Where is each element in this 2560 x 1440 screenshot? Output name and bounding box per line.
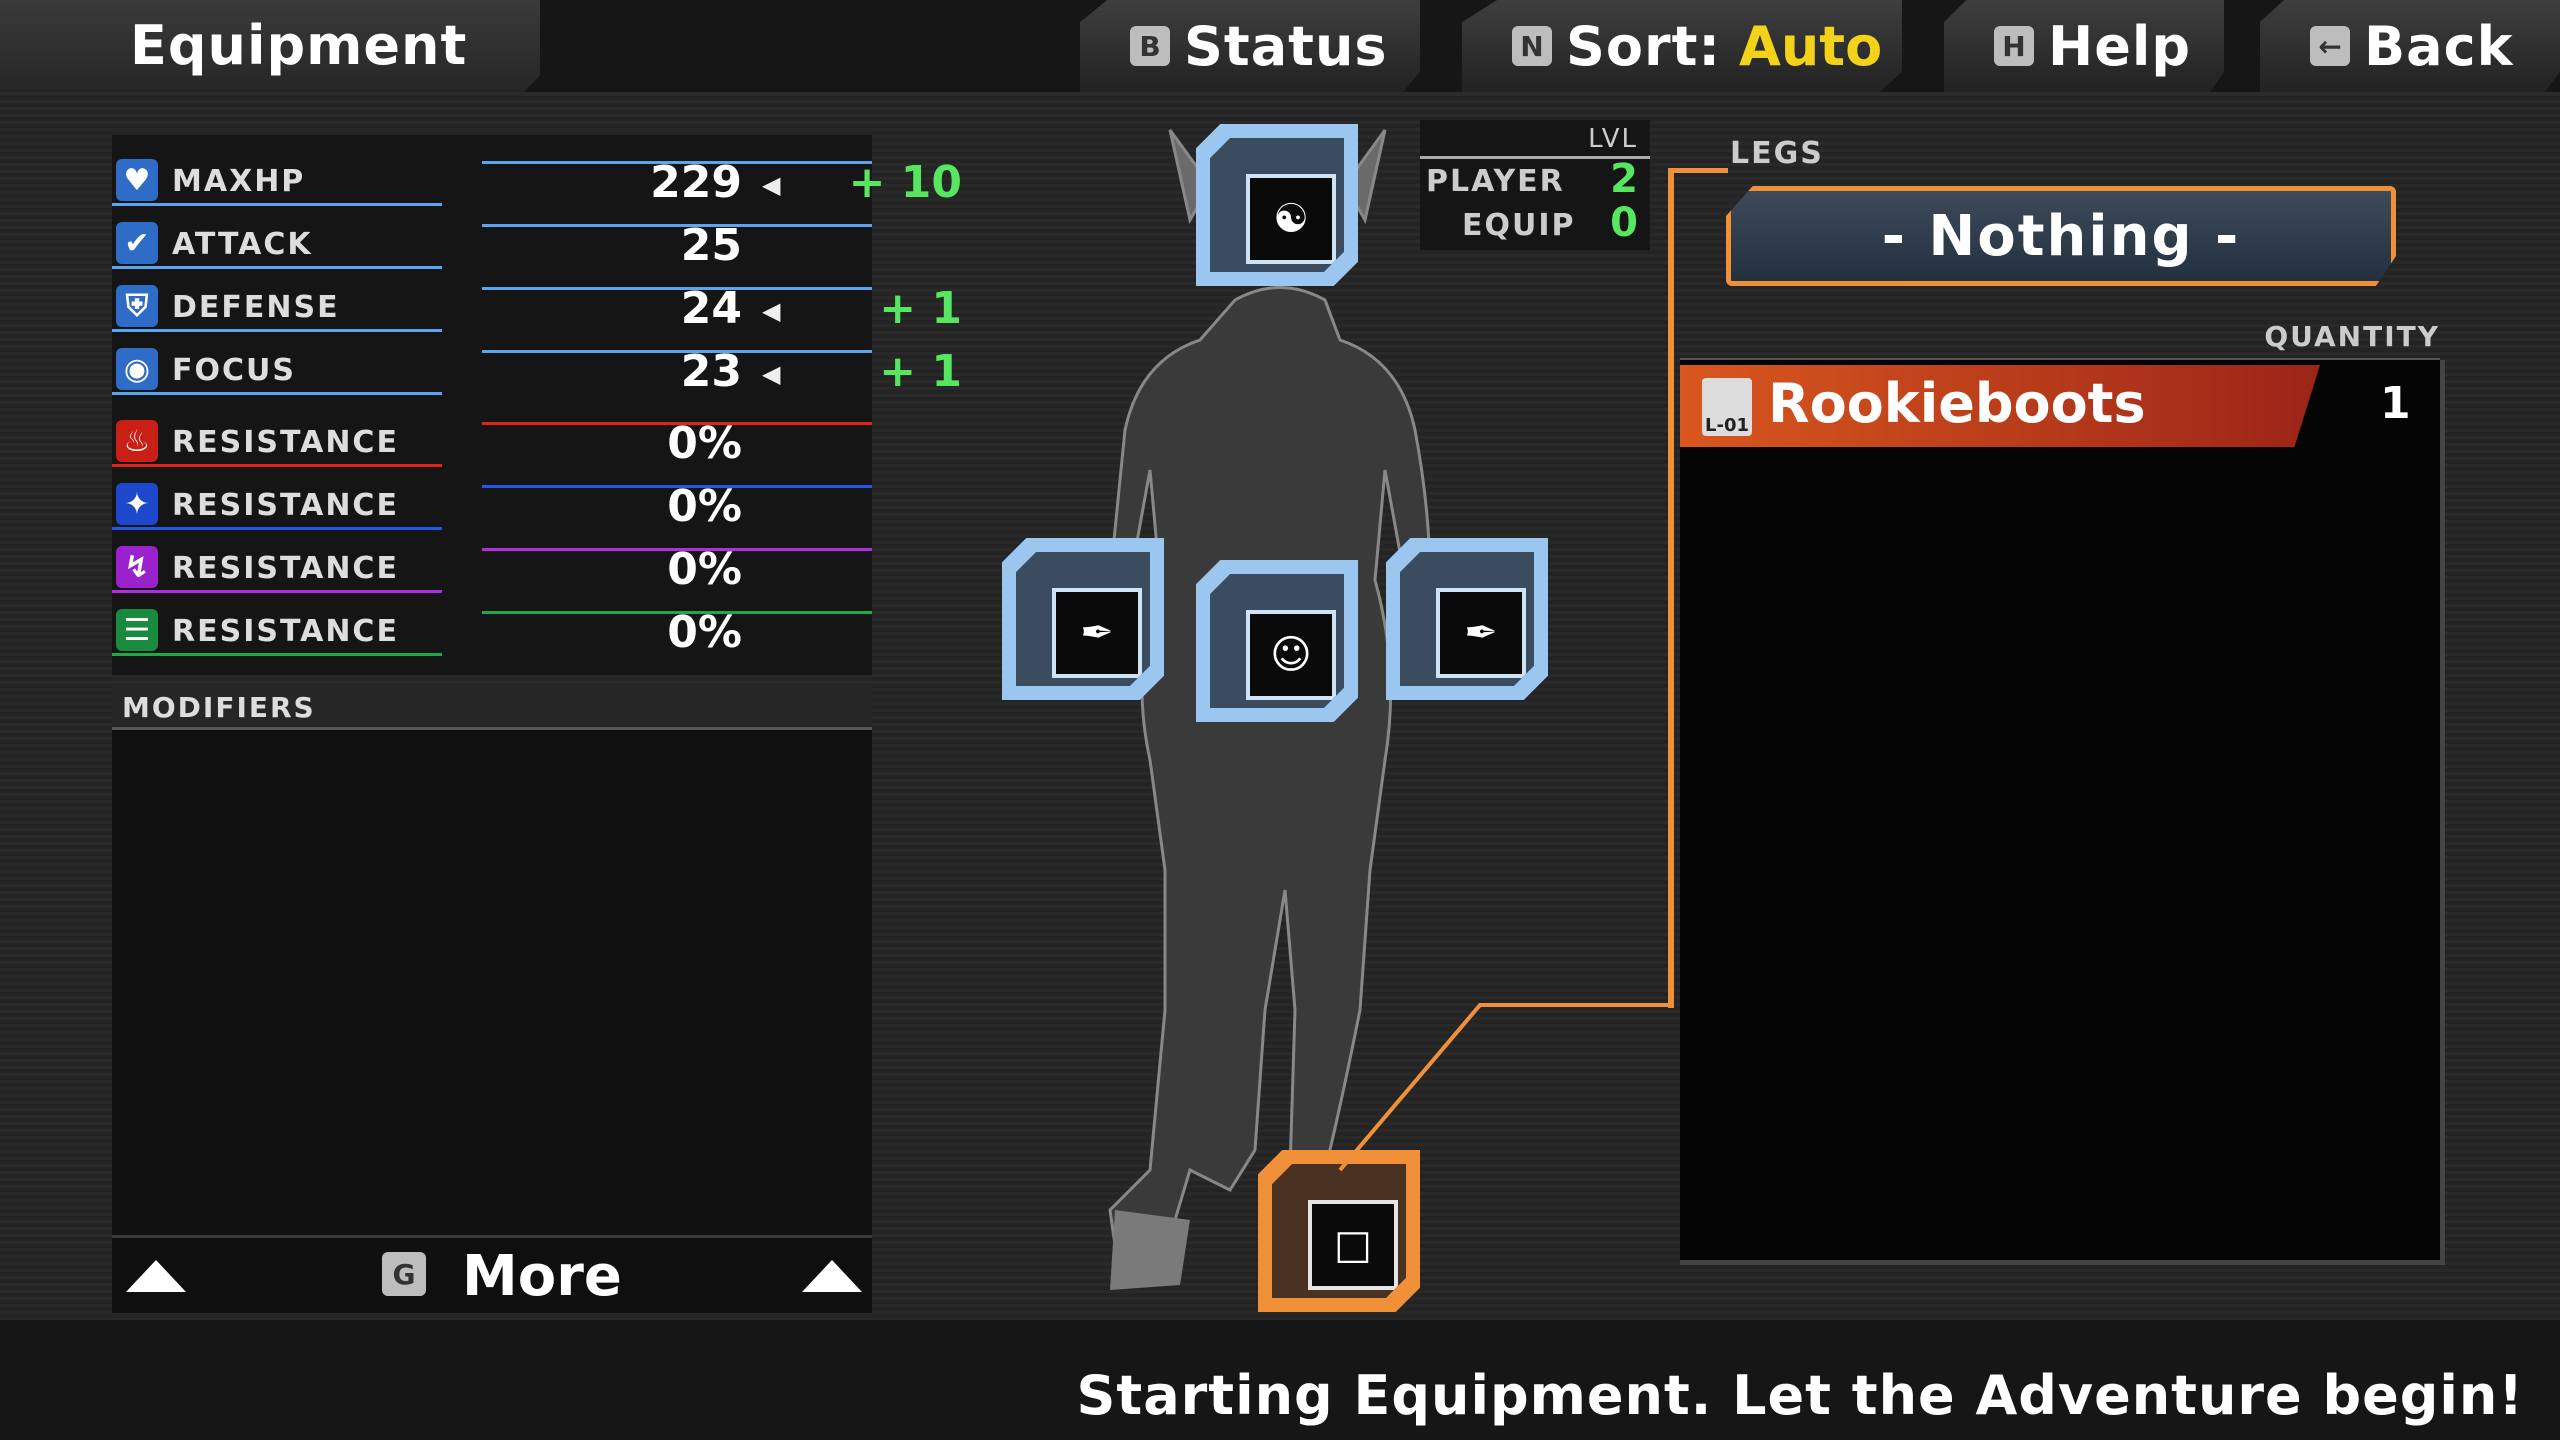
- stat-row-focus: ◉ FOCUS 23 ◀ + 1: [112, 338, 962, 398]
- sort-label: Sort:: [1566, 14, 1722, 78]
- stat-value: 0%: [667, 544, 742, 595]
- help-button[interactable]: H Help: [1944, 0, 2224, 92]
- sword-icon: ✔: [116, 222, 158, 264]
- legs-connector: [1668, 168, 1674, 1008]
- stat-name: RESISTANCE: [172, 488, 399, 523]
- item-name: Rookieboots: [1768, 372, 2146, 435]
- stat-row-defense: ⛨ DEFENSE 24 ◀ + 1: [112, 275, 962, 335]
- help-label: Help: [2048, 14, 2191, 78]
- quantity-label: QUANTITY: [2264, 320, 2440, 353]
- stat-value: 229: [650, 157, 742, 208]
- stat-value: 0%: [667, 481, 742, 532]
- back-key-icon: ←: [2310, 26, 2350, 66]
- feather-icon: ✒: [1052, 588, 1142, 678]
- h-key-icon: H: [1994, 26, 2034, 66]
- feather-icon: ✒: [1436, 588, 1526, 678]
- stat-value: 24: [680, 283, 742, 334]
- description-bar: Starting Equipment. Let the Adventure be…: [0, 1320, 2560, 1440]
- boots-icon: L-01: [1702, 378, 1752, 436]
- stat-value: 0%: [667, 418, 742, 469]
- scroll-up-right-icon[interactable]: [802, 1260, 862, 1292]
- stat-row-fire-resistance: ♨ RESISTANCE 0%: [112, 410, 872, 470]
- stat-value: 0%: [667, 607, 742, 658]
- page-title: Equipment: [130, 14, 468, 77]
- stat-name: RESISTANCE: [172, 425, 399, 460]
- armor-icon: ☺: [1246, 610, 1336, 700]
- scroll-up-left-icon[interactable]: [126, 1260, 186, 1292]
- stat-name: ATTACK: [172, 227, 313, 262]
- body-slot[interactable]: ☺: [1196, 560, 1358, 722]
- right-arm-slot[interactable]: ✒: [1386, 538, 1548, 700]
- more-bar[interactable]: G More: [112, 1235, 872, 1313]
- player-level-label: PLAYER: [1426, 164, 1565, 199]
- equipped-item-name: - Nothing -: [1881, 203, 2241, 269]
- modifiers-title: MODIFIERS: [122, 691, 316, 724]
- helmet-icon: ☯: [1246, 174, 1336, 264]
- compare-arrow-icon: ◀: [762, 360, 781, 388]
- left-arm-slot[interactable]: ✒: [1002, 538, 1164, 700]
- stat-value: 25: [680, 220, 742, 271]
- lightning-icon: ↯: [116, 546, 158, 588]
- status-button[interactable]: B Status: [1080, 0, 1420, 92]
- n-key-icon: N: [1512, 26, 1552, 66]
- shield-icon: ⛨: [116, 285, 158, 327]
- stat-name: FOCUS: [172, 353, 296, 388]
- modifiers-panel: [112, 685, 872, 1240]
- g-key-icon: G: [382, 1252, 426, 1296]
- stat-row-water-resistance: ✦ RESISTANCE 0%: [112, 473, 872, 533]
- empty-slot-icon: □: [1308, 1200, 1398, 1290]
- equip-level-value: 0: [1610, 200, 1638, 246]
- stat-name: MAXHP: [172, 164, 306, 199]
- player-level-value: 2: [1610, 156, 1638, 202]
- back-label: Back: [2364, 14, 2514, 78]
- level-header: LVL: [1588, 124, 1638, 154]
- stat-row-lightning-resistance: ↯ RESISTANCE 0%: [112, 536, 872, 596]
- stat-row-attack: ✔ ATTACK 25: [112, 212, 872, 272]
- equipped-item-box[interactable]: - Nothing -: [1726, 186, 2396, 286]
- slot-connector-line: [1338, 990, 1672, 1172]
- heart-icon: ♥: [116, 159, 158, 201]
- stat-row-maxhp: ♥ MAXHP 229 ◀ + 10: [112, 149, 962, 209]
- stats-panel: ♥ MAXHP 229 ◀ + 10 ✔ ATTACK 25 ⛨ DEFENSE…: [112, 135, 962, 675]
- item-quantity: 1: [2380, 378, 2411, 429]
- title-tab: Equipment: [0, 0, 540, 92]
- compare-arrow-icon: ◀: [762, 297, 781, 325]
- equip-level-label: EQUIP: [1462, 208, 1576, 243]
- water-icon: ✦: [116, 483, 158, 525]
- stat-name: DEFENSE: [172, 290, 340, 325]
- fire-icon: ♨: [116, 420, 158, 462]
- eye-icon: ◉: [116, 348, 158, 390]
- modifiers-header: MODIFIERS: [112, 685, 872, 730]
- level-box: LVL PLAYER 2 EQUIP 0: [1420, 120, 1650, 250]
- slot-label: LEGS: [1730, 136, 1824, 171]
- back-button[interactable]: ← Back: [2260, 0, 2560, 92]
- stat-name: RESISTANCE: [172, 551, 399, 586]
- stat-bonus: + 10: [848, 157, 962, 208]
- b-key-icon: B: [1130, 26, 1170, 66]
- status-label: Status: [1184, 14, 1388, 78]
- stat-row-wind-resistance: ☰ RESISTANCE 0%: [112, 599, 872, 659]
- item-list: [1680, 360, 2445, 1265]
- compare-arrow-icon: ◀: [762, 171, 781, 199]
- stat-bonus: + 1: [879, 346, 962, 397]
- stat-name: RESISTANCE: [172, 614, 399, 649]
- head-slot[interactable]: ☯: [1196, 124, 1358, 286]
- stat-bonus: + 1: [879, 283, 962, 334]
- wind-icon: ☰: [116, 609, 158, 651]
- more-label[interactable]: More: [462, 1244, 622, 1309]
- sort-button[interactable]: N Sort: Auto: [1462, 0, 1902, 92]
- item-description: Starting Equipment. Let the Adventure be…: [1076, 1364, 2524, 1427]
- stat-value: 23: [680, 346, 742, 397]
- sort-value: Auto: [1739, 14, 1883, 78]
- quantity-header: QUANTITY: [1680, 318, 2440, 361]
